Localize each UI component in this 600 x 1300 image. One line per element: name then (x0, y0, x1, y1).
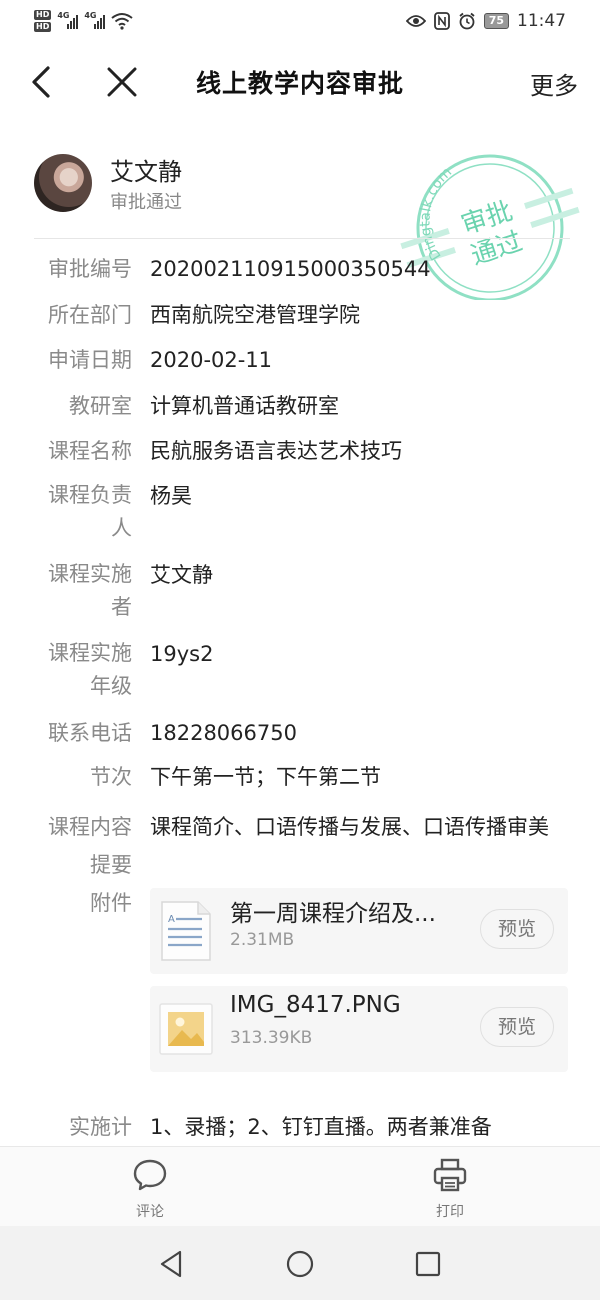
hd-badge-2: HD (34, 22, 52, 32)
network-type-2: 4G (84, 11, 97, 20)
field-department: 所在部门 西南航院空港管理学院 (0, 298, 600, 343)
field-approval-no: 审批编号 202002110915000350544 (0, 252, 600, 298)
field-value: 计算机普通话教研室 (150, 394, 339, 418)
signal-icon-sim1: 4G (57, 11, 79, 29)
field-value: 杨昊 (150, 484, 192, 508)
field-label: 课程负责人 (48, 483, 132, 540)
section-divider (34, 238, 570, 239)
approval-detail-fields: 审批编号 202002110915000350544 所在部门 西南航院空港管理… (0, 252, 600, 1150)
hd-indicators: HD HD (34, 10, 52, 32)
hd-badge-1: HD (34, 10, 52, 20)
system-back-icon[interactable] (156, 1248, 188, 1280)
field-sessions: 节次 下午第一节；下午第二节 (0, 760, 600, 808)
status-time: 11:47 (517, 11, 566, 31)
attachment-item[interactable]: A 第一周课程介绍及... 2.31MB 预览 (150, 888, 568, 974)
status-bar-right: 75 11:47 (405, 11, 566, 31)
preview-button[interactable]: 预览 (480, 1007, 554, 1047)
svg-text:A: A (168, 914, 175, 925)
applicant-name: 艾文静 (110, 158, 182, 186)
field-attachments: 附件 A 第一周课程介绍及... 2.31MB 预览 IMG_8417.PNG … (0, 886, 600, 1110)
field-teaching-office: 教研室 计算机普通话教研室 (0, 389, 600, 434)
more-button[interactable]: 更多 (530, 66, 578, 101)
field-label: 节次 (90, 765, 132, 789)
navigation-bar: 线上教学内容审批 更多 (0, 42, 600, 122)
status-bar-left: HD HD 4G 4G (34, 10, 133, 32)
field-value[interactable]: 18228066750 (150, 716, 566, 750)
image-icon (159, 1003, 213, 1055)
system-navigation-bar (0, 1226, 600, 1300)
field-plan: 实施计 1、录播；2、钉钉直播。两者兼准备 (0, 1110, 600, 1150)
field-label: 所在部门 (48, 303, 132, 327)
field-value: 2020-02-11 (150, 348, 273, 372)
field-course-owner: 课程负责人 杨昊 (0, 479, 600, 558)
preview-button[interactable]: 预览 (480, 909, 554, 949)
field-value: 课程简介、口语传播与发展、口语传播审美 (150, 815, 549, 839)
field-course-grade: 课程实施年级 19ys2 (0, 637, 600, 716)
battery-icon: 75 (483, 13, 509, 29)
applicant-header: 艾文静 审批通过 Dingtalk.com 审批 通过 (0, 122, 600, 300)
field-label: 联系电话 (48, 721, 132, 745)
comment-icon (133, 1159, 167, 1191)
field-value: 19ys2 (150, 642, 214, 666)
alarm-icon (459, 12, 475, 30)
field-label: 课程名称 (48, 439, 132, 463)
field-value: 西南航院空港管理学院 (150, 303, 360, 327)
comment-button[interactable]: 评论 (110, 1157, 190, 1221)
document-icon: A (161, 901, 211, 961)
print-button[interactable]: 打印 (410, 1157, 490, 1221)
system-recents-icon[interactable] (412, 1248, 444, 1280)
field-label: 审批编号 (48, 257, 132, 281)
approval-status: 审批通过 (110, 192, 182, 213)
field-value: 1、录播；2、钉钉直播。两者兼准备 (150, 1115, 492, 1139)
wifi-icon (111, 13, 133, 30)
field-value: 下午第一节；下午第二节 (150, 765, 381, 789)
field-label: 课程实施者 (48, 562, 132, 619)
field-value: 202002110915000350544 (150, 257, 431, 281)
field-course-name: 课程名称 民航服务语言表达艺术技巧 (0, 434, 600, 479)
printer-icon (433, 1158, 467, 1192)
field-value: 民航服务语言表达艺术技巧 (150, 439, 402, 463)
print-label: 打印 (436, 1204, 464, 1220)
avatar[interactable] (34, 154, 92, 212)
field-label: 申请日期 (48, 348, 132, 372)
attachment-size: 2.31MB (230, 930, 295, 950)
status-bar: HD HD 4G 4G 75 11:47 (0, 0, 600, 42)
field-label: 课程实施年级 (48, 641, 132, 698)
network-type-1: 4G (57, 11, 70, 20)
field-label: 附件 (90, 891, 132, 915)
field-label: 课程内容提要 (48, 815, 132, 877)
nfc-icon (433, 12, 450, 30)
signal-icon-sim2: 4G (84, 11, 106, 29)
bottom-action-bar: 评论 打印 (0, 1146, 600, 1226)
page-title: 线上教学内容审批 (195, 69, 404, 98)
attachment-size: 313.39KB (230, 1028, 313, 1048)
attachment-name: 第一周课程介绍及... (230, 901, 436, 927)
attachment-name: IMG_8417.PNG (230, 992, 401, 1018)
comment-label: 评论 (136, 1204, 164, 1220)
field-label: 教研室 (69, 394, 132, 418)
field-phone: 联系电话 18228066750 (0, 716, 600, 760)
field-value: 艾文静 (150, 563, 213, 587)
attachment-item[interactable]: IMG_8417.PNG 313.39KB 预览 (150, 986, 568, 1072)
attachment-list: A 第一周课程介绍及... 2.31MB 预览 IMG_8417.PNG 313… (150, 888, 568, 1072)
field-content-summary: 课程内容提要 课程简介、口语传播与发展、口语传播审美 (0, 808, 600, 886)
field-apply-date: 申请日期 2020-02-11 (0, 343, 600, 389)
eye-icon (405, 15, 426, 27)
field-course-implementer: 课程实施者 艾文静 (0, 558, 600, 637)
field-label: 实施计 (69, 1115, 132, 1139)
system-home-icon[interactable] (284, 1248, 316, 1280)
